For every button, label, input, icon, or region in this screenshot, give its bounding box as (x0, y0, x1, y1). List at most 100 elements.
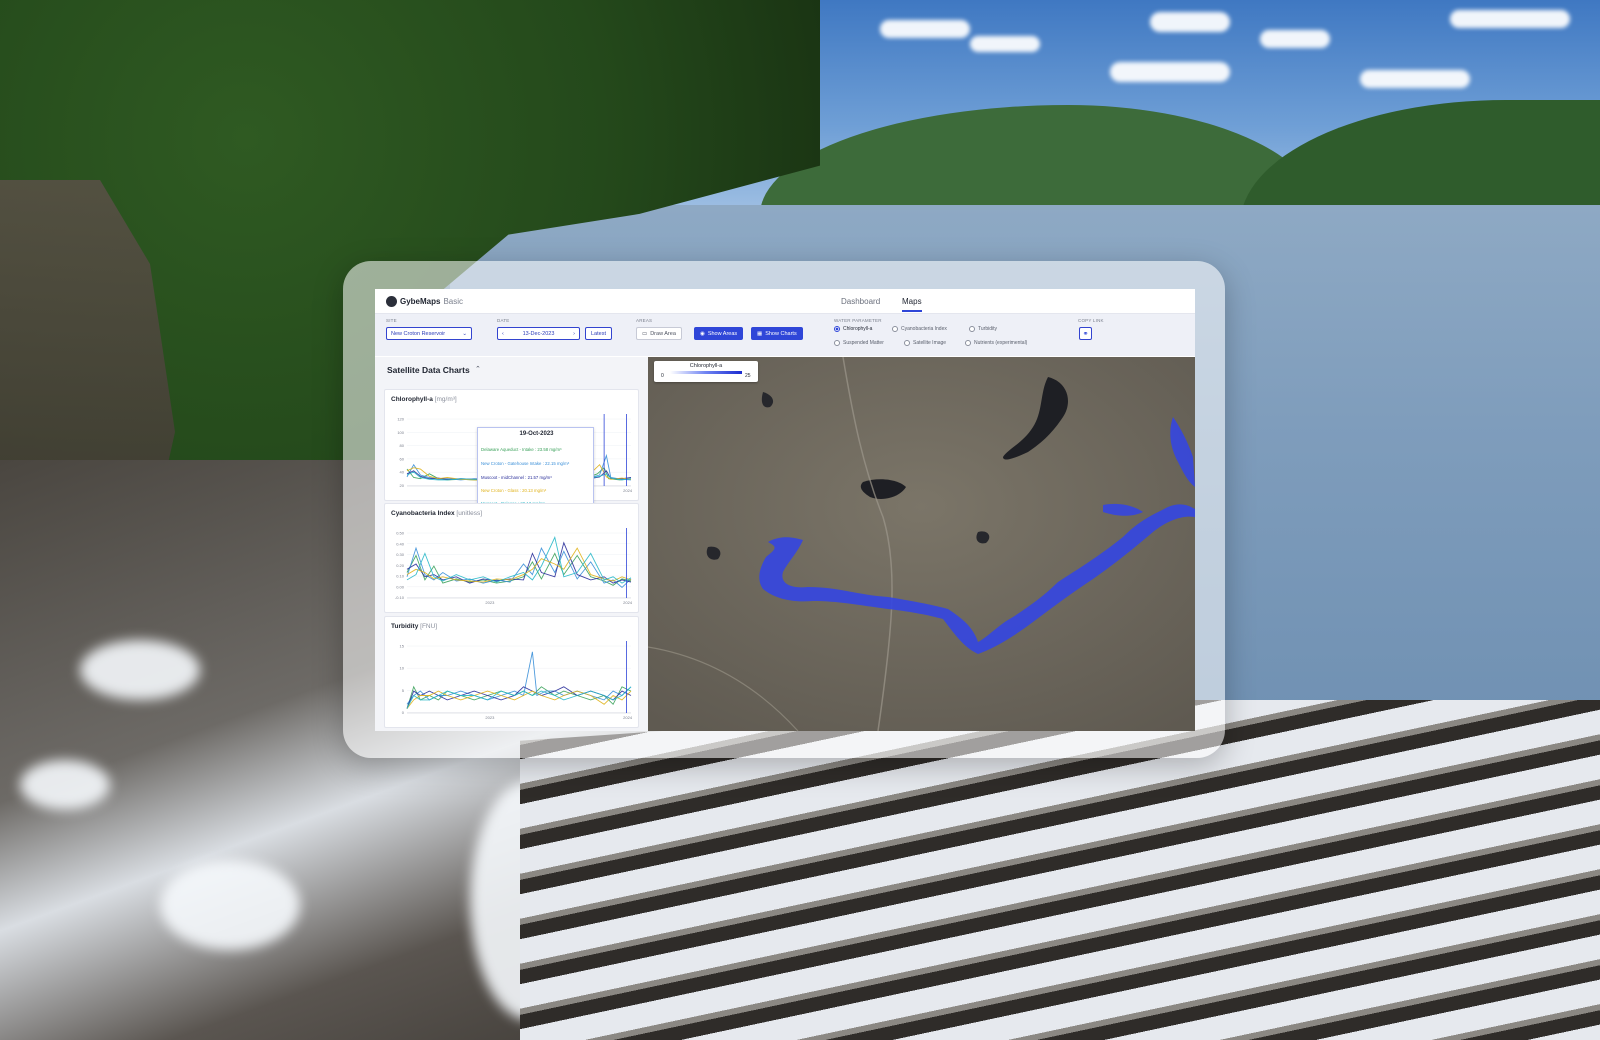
radio-selected-icon (834, 326, 840, 332)
show-charts-button[interactable]: ▦ Show Charts (751, 327, 803, 340)
legend-title: Chlorophyll-a (689, 363, 723, 369)
date-value: 13-Dec-2023 (522, 330, 555, 337)
panel-title: Satellite Data Charts (387, 365, 470, 375)
y-tick-label: 0.20 (396, 563, 405, 568)
param-satellite-image[interactable]: Satellite Image (904, 340, 946, 346)
copy-link-label: COPY LINK (1078, 318, 1104, 323)
y-tick-label: 0.00 (396, 584, 405, 589)
y-tick-label: 40 (400, 470, 405, 475)
param-cyanobacteria-index[interactable]: Cyanobacteria Index (892, 326, 947, 332)
y-tick-label: 10 (400, 666, 405, 671)
latest-label: Latest (591, 330, 606, 337)
logo-icon (386, 296, 397, 307)
satellite-map[interactable]: Chlorophyll-a 0 25 (648, 357, 1195, 731)
site-value: New Croton Reservoir (391, 330, 446, 337)
x-tick-label: 2024 (623, 488, 633, 493)
draw-area-button[interactable]: ▭ Draw Area (636, 327, 682, 340)
param-chlorophyll-a[interactable]: Chlorophyll-a (834, 326, 872, 332)
app-name: GybeMaps (400, 297, 441, 306)
param-label: Cyanobacteria Index (901, 326, 947, 332)
controls-bar: SITE New Croton Reservoir ⌄ DATE ‹ 13-De… (375, 314, 1195, 356)
tooltip-row: New Croton - Gatehouse Intake : 22.15 mg… (481, 461, 570, 466)
copy-link-button[interactable]: ⚭ (1079, 327, 1092, 340)
site-select[interactable]: New Croton Reservoir ⌄ (386, 327, 472, 340)
tooltip-date: 19-Oct-2023 (519, 431, 554, 437)
charts-panel: Satellite Data Charts ⌃ Chlorophyll-a [m… (375, 357, 648, 731)
y-tick-label: 60 (400, 456, 405, 461)
radio-icon (969, 326, 975, 332)
param-nutrients[interactable]: Nutrients (experimental) (965, 340, 1027, 346)
radio-icon (904, 340, 910, 346)
app-screen: GybeMaps Basic Dashboard Maps SITE New C… (375, 289, 1195, 731)
tab-maps[interactable]: Maps (902, 297, 922, 312)
param-label: Satellite Image (913, 340, 947, 346)
param-label: Suspended Matter (843, 340, 884, 346)
y-tick-label: 80 (400, 443, 405, 448)
link-icon: ⚭ (1082, 330, 1089, 338)
latest-button[interactable]: Latest (585, 327, 612, 340)
draw-icon: ▭ (642, 330, 648, 337)
chlorophyll-chart-card: Chlorophyll-a [mg/m³] 120100806040202023… (384, 389, 639, 509)
param-suspended-matter[interactable]: Suspended Matter (834, 340, 884, 346)
y-tick-label: 20 (400, 483, 405, 488)
turbidity-chart-card: Turbidity [FNU] 15 10 5 0 2023 2024 (384, 616, 639, 728)
terrain (648, 357, 1195, 731)
eye-icon: ◉ (700, 330, 705, 337)
chevron-down-icon: ⌄ (462, 330, 467, 337)
legend-colorbar (670, 371, 742, 374)
date-picker[interactable]: ‹ 13-Dec-2023 › (497, 327, 580, 340)
chart-tooltip: 19-Oct-2023 Delaware Aqueduct - Intake :… (477, 427, 594, 509)
param-label: Nutrients (experimental) (974, 340, 1028, 346)
show-areas-button[interactable]: ◉ Show Areas (694, 327, 744, 340)
legend-min: 0 (661, 373, 664, 379)
tab-dashboard[interactable]: Dashboard (841, 297, 880, 306)
param-label: Chlorophyll-a (843, 326, 873, 332)
y-tick-label: -0.10 (395, 595, 405, 600)
water-foam (80, 640, 200, 700)
legend-max: 25 (745, 373, 751, 379)
x-tick-label: 2023 (485, 715, 495, 720)
tooltip-row: Muscoot - midChannel : 21.57 mg/m³ (481, 475, 552, 480)
cloud (1360, 70, 1470, 88)
y-tick-label: 15 (400, 644, 405, 649)
cloud (1450, 10, 1570, 28)
date-label: DATE (497, 318, 510, 323)
y-tick-label: 0.10 (396, 574, 405, 579)
x-tick-label: 2024 (623, 600, 633, 605)
series-line (406, 546, 632, 589)
chart-icon: ▦ (757, 330, 763, 337)
radio-icon (892, 326, 898, 332)
cyanobacteria-chart-card: Cyanobacteria Index [unitless] 0.50 0.40 0… (384, 503, 639, 613)
radio-icon (965, 340, 971, 346)
y-tick-label: 100 (397, 430, 404, 435)
radio-icon (834, 340, 840, 346)
lake-dark (976, 531, 990, 544)
draw-area-label: Draw Area (650, 330, 676, 337)
prev-date-icon[interactable]: ‹ (502, 331, 504, 337)
map-imagery (648, 357, 1195, 731)
x-tick-label: 2024 (623, 715, 633, 720)
tooltip-row: New Croton - Glass : 20.13 mg/m³ (481, 488, 547, 493)
cloud (1110, 62, 1230, 82)
top-bar: GybeMaps Basic Dashboard Maps (375, 289, 1195, 314)
next-date-icon[interactable]: › (573, 331, 575, 337)
cloud (970, 36, 1040, 52)
y-tick-label: 0 (402, 710, 405, 715)
y-tick-label: 120 (397, 417, 404, 422)
water-foam (20, 760, 110, 810)
tooltip-row: Delaware Aqueduct - Intake : 23.58 mg/m³ (481, 447, 562, 452)
param-turbidity[interactable]: Turbidity (969, 326, 997, 332)
y-tick-label: 5 (402, 688, 405, 693)
turbidity-chart[interactable]: 15 10 5 0 2023 2024 (385, 617, 640, 729)
show-areas-label: Show Areas (707, 330, 738, 337)
cloud (1150, 12, 1230, 32)
app-tier: Basic (443, 297, 464, 306)
cyanobacteria-chart[interactable]: 0.50 0.40 0.30 0.20 0.10 0.00 -0.10 2023 2024 (385, 504, 640, 614)
show-charts-label: Show Charts (765, 330, 797, 337)
water-foam (160, 860, 300, 950)
cloud (880, 20, 970, 38)
app-logo[interactable]: GybeMaps Basic (386, 296, 463, 307)
chevron-up-icon[interactable]: ⌃ (475, 365, 481, 373)
cloud (1260, 30, 1330, 48)
param-label: Turbidity (978, 326, 997, 332)
